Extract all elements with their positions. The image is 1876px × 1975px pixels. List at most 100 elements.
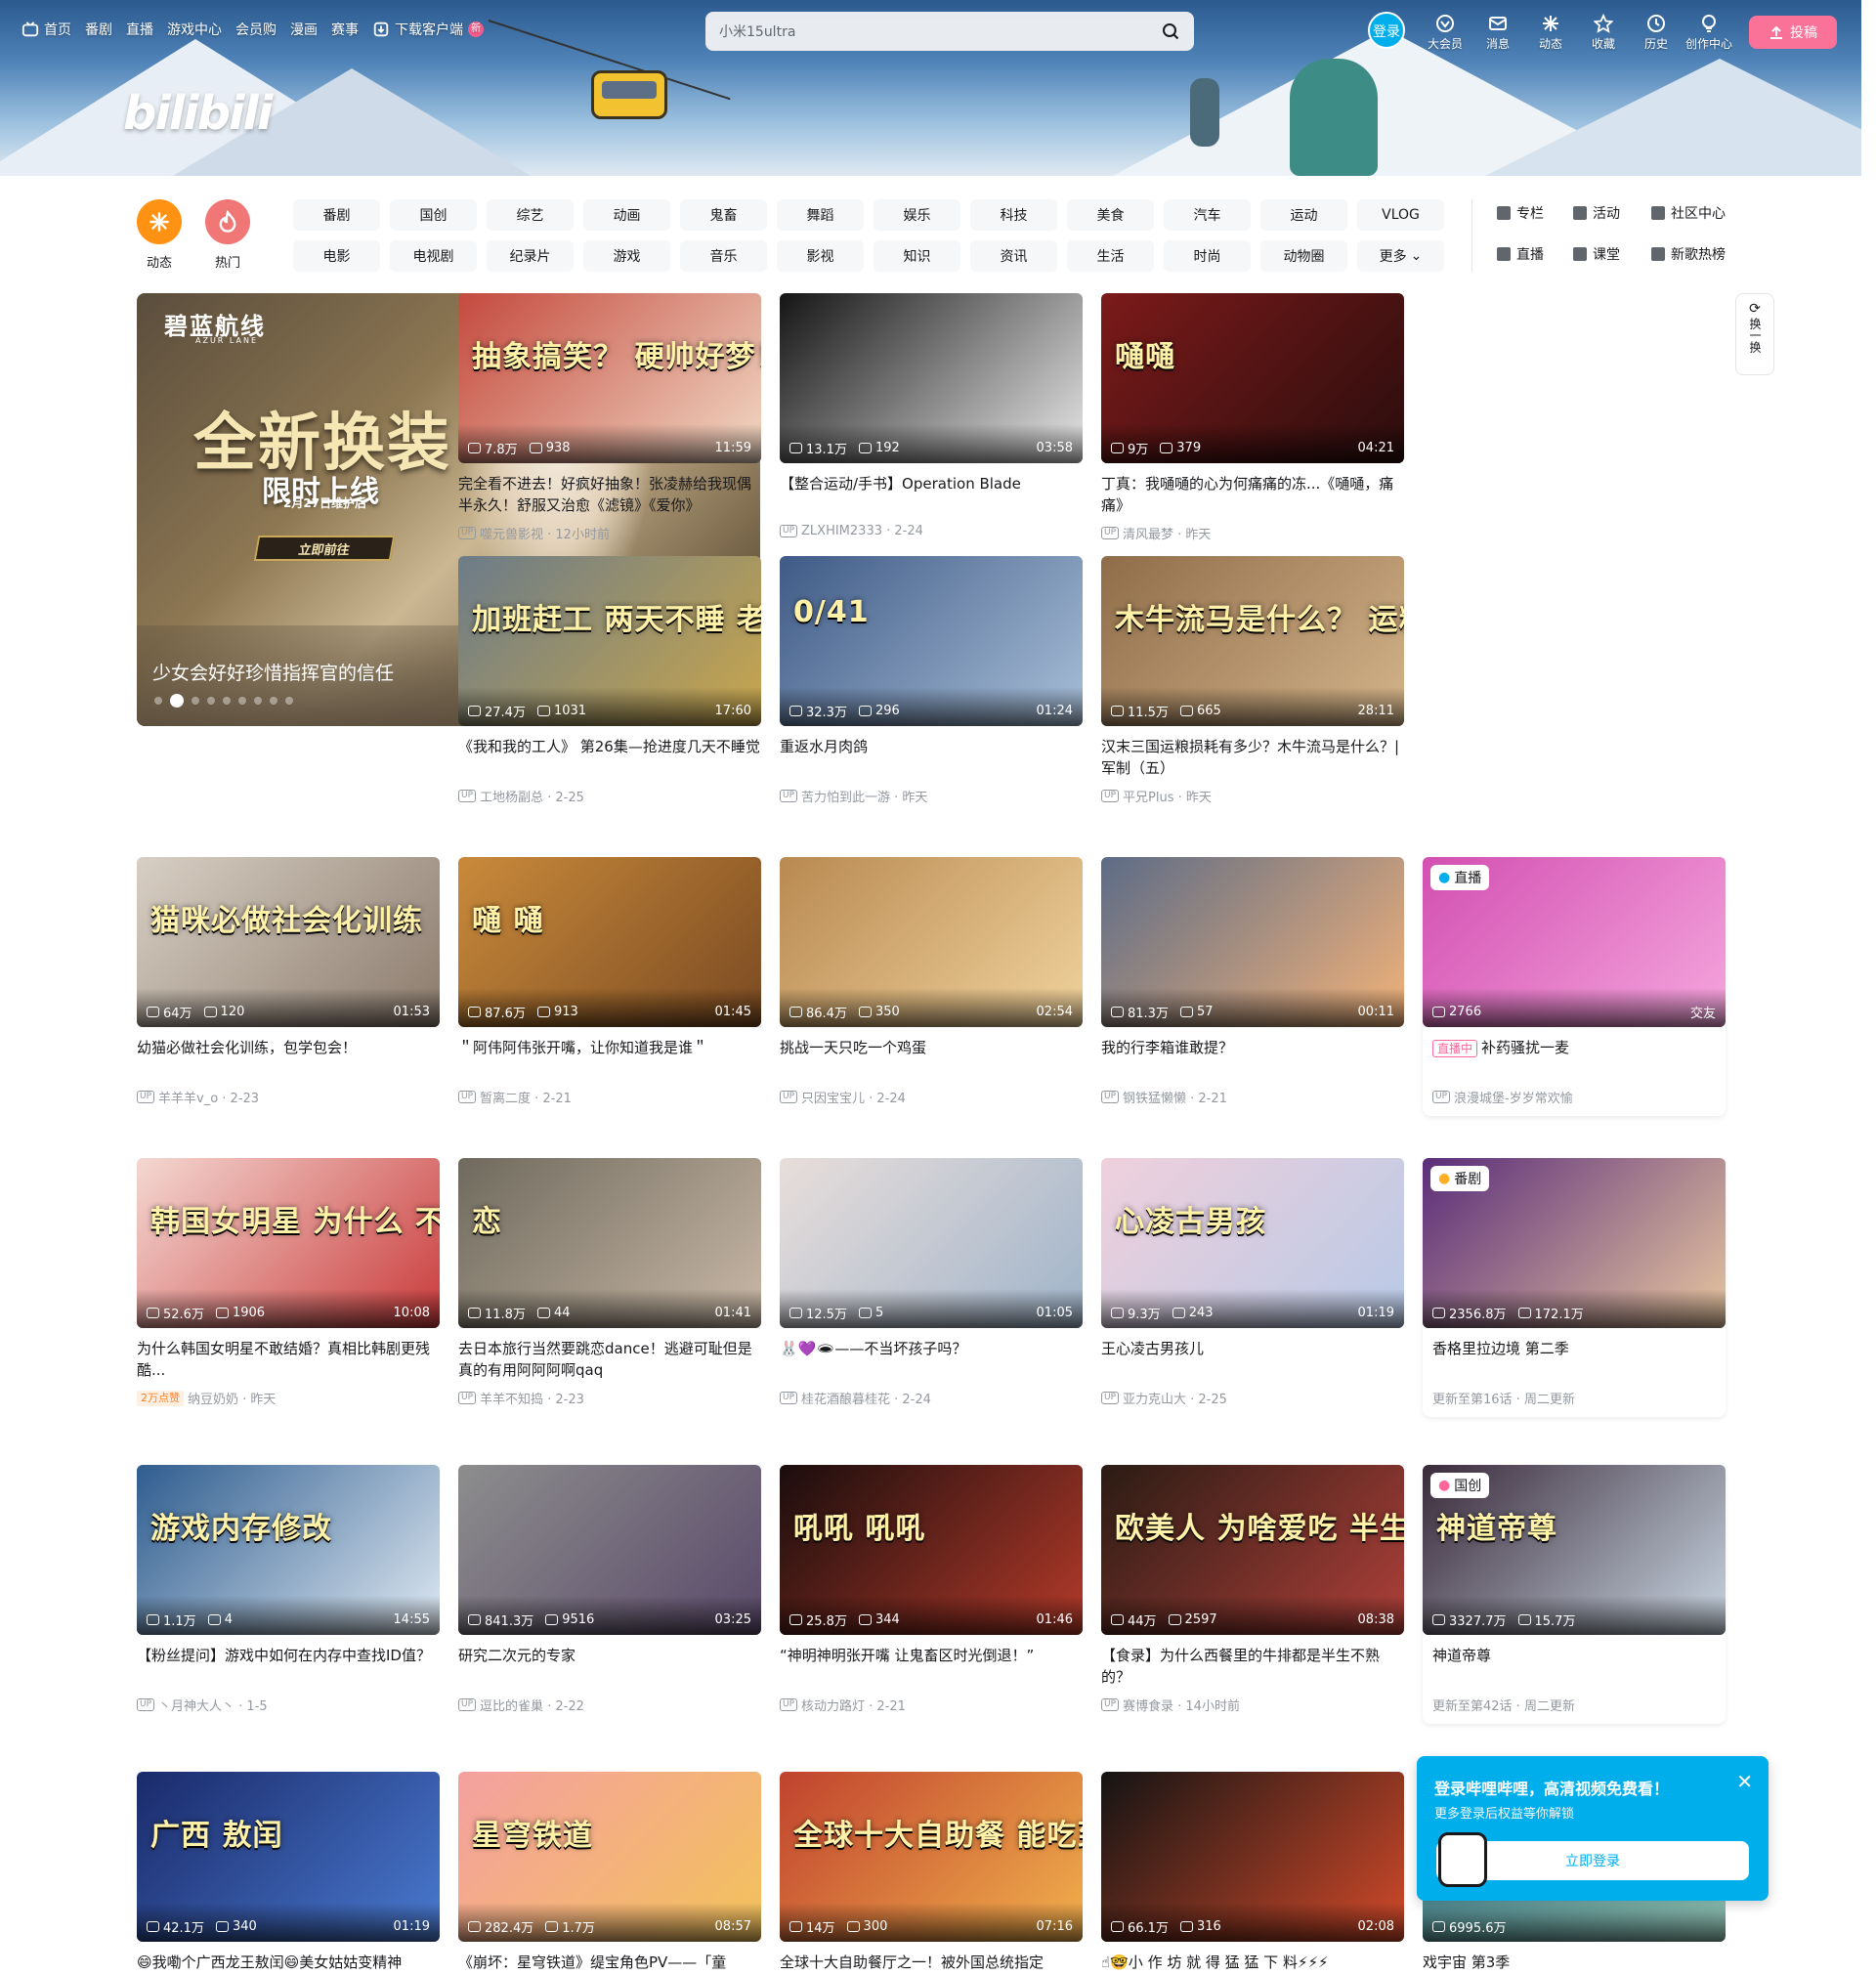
video-meta[interactable]: 2万点赞 纳豆奶奶 · 昨天: [137, 1389, 440, 1407]
channel-pill[interactable]: 科技: [970, 199, 1057, 231]
video-thumbnail[interactable]: 韩国女明星 为什么 不敢结婚？ 52.6万 1906 10:08: [137, 1158, 440, 1328]
video-card[interactable]: 抽象搞笑？ 硬帅好梦！ 7.8万 938 11:59 完全看不进去！好疯好抽象！张凌赫给…: [458, 293, 761, 542]
video-title[interactable]: 幼猫必做社会化训练，包学包会！: [137, 1037, 440, 1080]
video-thumbnail[interactable]: 加班赶工 两天不睡 老魏见人就骂 27.4万 1031 17:60: [458, 556, 761, 726]
video-card[interactable]: 心凌古男孩 9.3万 243 01:19 王心凌古男孩儿 UP 亚力克山大 · 2-25: [1101, 1158, 1404, 1407]
carousel-dot[interactable]: [170, 694, 184, 708]
video-title[interactable]: “神明神明张开嘴 让鬼畜区时光倒退！”: [780, 1645, 1083, 1688]
video-thumbnail[interactable]: 841.3万 9516 03:25: [458, 1465, 761, 1635]
video-card[interactable]: 嗵嗵 9万 379 04:21 丁真：我嗵嗵的心为何痛痛的冻...《嗵嗵，痛痛》 UP 清风…: [1101, 293, 1404, 542]
video-title[interactable]: 《崩坏：星穹铁道》缇宝角色PV——「童: [458, 1952, 761, 1975]
video-card[interactable]: 恋 11.8万 44 01:41 去日本旅行当然要跳恋dance！逃避可耻但是真的有用阿…: [458, 1158, 761, 1407]
video-thumbnail[interactable]: 0/41 32.3万 296 01:24: [780, 556, 1083, 726]
video-thumbnail[interactable]: 木牛流马是什么？ 运粮损耗有多少？ 11.5万 665 28:11: [1101, 556, 1404, 726]
carousel-title[interactable]: 少女会好好珍惜指挥官的信任: [152, 659, 394, 685]
search-box[interactable]: [705, 12, 1194, 51]
channel-pill[interactable]: 舞蹈: [777, 199, 864, 231]
video-meta[interactable]: UP 平兄Plus · 昨天: [1101, 787, 1404, 805]
channel-pill[interactable]: 汽车: [1164, 199, 1251, 231]
video-meta[interactable]: 更新至第42话 · 周二更新: [1432, 1696, 1716, 1714]
video-title[interactable]: 研究二次元的专家: [458, 1645, 761, 1688]
video-card[interactable]: 神道帝尊 ● 国创 3327.7万 15.7万 神道帝尊 更新至第42话 · 周二更新: [1423, 1465, 1726, 1724]
video-card[interactable]: 66.1万 316 02:08 ☝🤓小 作 坊 就 得 猛 猛 下 料⚡⚡⚡: [1101, 1772, 1404, 1975]
video-thumbnail[interactable]: 66.1万 316 02:08: [1101, 1772, 1404, 1942]
video-card[interactable]: 嗵 嗵 87.6万 913 01:45 ＂阿伟阿伟张开嘴，让你知道我是谁＂ UP 暂离二度 …: [458, 857, 761, 1106]
channel-pill[interactable]: 更多 ⌄: [1357, 240, 1444, 272]
video-thumbnail[interactable]: 欧美人 为啥爱吃 半生牛排？ 44万 2597 08:38: [1101, 1465, 1404, 1635]
video-card[interactable]: 全球十大自助餐 能吃到啥？ 14万 300 07:16 全球十大自助餐厅之一！被外国总统…: [780, 1772, 1083, 1975]
video-title[interactable]: 完全看不进去！好疯好抽象！张凌赫给我现偶半永久！舒服又治愈《滤镜》《爱你》: [458, 473, 761, 516]
channel-pill[interactable]: 游戏: [583, 240, 670, 272]
channel-pill[interactable]: 纪录片: [487, 240, 574, 272]
video-meta[interactable]: UP 浪漫城堡-岁岁常欢愉: [1432, 1088, 1716, 1106]
video-meta[interactable]: UP 钢铁猛懒懒 · 2-21: [1101, 1088, 1404, 1106]
video-meta[interactable]: UP 苦力怕到此一游 · 昨天: [780, 787, 1083, 805]
login-avatar-button[interactable]: 登录: [1368, 12, 1405, 49]
video-thumbnail[interactable]: 心凌古男孩 9.3万 243 01:19: [1101, 1158, 1404, 1328]
channel-pill[interactable]: 电视剧: [390, 240, 477, 272]
video-meta[interactable]: UP 羊羊羊v_o · 2-23: [137, 1088, 440, 1106]
video-card[interactable]: ● 番剧 2356.8万 172.1万 香格里拉边境 第二季 更新至第16话 · 周二更新: [1423, 1158, 1726, 1417]
video-thumbnail[interactable]: 全球十大自助餐 能吃到啥？ 14万 300 07:16: [780, 1772, 1083, 1942]
nav-message[interactable]: 消息: [1471, 12, 1524, 52]
video-title[interactable]: 挑战一天只吃一个鸡蛋: [780, 1037, 1083, 1080]
video-title[interactable]: 去日本旅行当然要跳恋dance！逃避可耻但是真的有用阿阿阿啊qaq: [458, 1338, 761, 1381]
nav-creator-center[interactable]: 创作中心: [1683, 12, 1735, 52]
channel-pill[interactable]: 电影: [293, 240, 380, 272]
nav-live[interactable]: 直播: [126, 20, 153, 39]
video-title[interactable]: ＂阿伟阿伟张开嘴，让你知道我是谁＂: [458, 1037, 761, 1080]
channel-pill[interactable]: 番剧: [293, 199, 380, 231]
video-card[interactable]: 加班赶工 两天不睡 老魏见人就骂 27.4万 1031 17:60 《我和我的工人》 第…: [458, 556, 761, 805]
video-card[interactable]: 游戏内存修改 1.1万 4 14:55 【粉丝提问】游戏中如何在内存中查找ID值？ UP 丶…: [137, 1465, 440, 1714]
nav-game-center[interactable]: 游戏中心: [167, 20, 222, 39]
video-title[interactable]: ☝🤓小 作 坊 就 得 猛 猛 下 料⚡⚡⚡: [1101, 1952, 1404, 1975]
video-title[interactable]: 全球十大自助餐厅之一！被外国总统指定: [780, 1952, 1083, 1975]
video-card[interactable]: 841.3万 9516 03:25 研究二次元的专家 UP 逗比的雀巢 · 2-22: [458, 1465, 761, 1714]
video-title[interactable]: 【粉丝提问】游戏中如何在内存中查找ID值？: [137, 1645, 440, 1688]
video-title[interactable]: 汉末三国运粮损耗有多少？木牛流马是什么？| 军制（五）: [1101, 736, 1404, 779]
channel-pill[interactable]: 娱乐: [874, 199, 960, 231]
channel-pill[interactable]: 综艺: [487, 199, 574, 231]
video-thumbnail[interactable]: 抽象搞笑？ 硬帅好梦！ 7.8万 938 11:59: [458, 293, 761, 463]
channel-pill[interactable]: 动物圈: [1260, 240, 1347, 272]
channel-link[interactable]: 社区中心: [1651, 203, 1739, 223]
carousel-dot[interactable]: [270, 697, 277, 705]
video-meta[interactable]: UP 只因宝宝儿 · 2-24: [780, 1088, 1083, 1106]
search-input[interactable]: [719, 23, 1161, 39]
channel-pill[interactable]: 运动: [1260, 199, 1347, 231]
video-meta[interactable]: UP 清风最梦 · 昨天: [1101, 524, 1404, 542]
search-icon[interactable]: [1161, 21, 1180, 41]
video-thumbnail[interactable]: 嗵 嗵 87.6万 913 01:45: [458, 857, 761, 1027]
channel-pill[interactable]: 国创: [390, 199, 477, 231]
video-meta[interactable]: UP ZLXHIM2333 · 2-24: [780, 524, 1083, 538]
video-title[interactable]: 《我和我的工人》 第26集—抢进度几天不睡觉: [458, 736, 761, 779]
video-thumbnail[interactable]: 81.3万 57 00:11: [1101, 857, 1404, 1027]
video-title[interactable]: 【整合运动/手书】Operation Blade: [780, 473, 1083, 516]
video-card[interactable]: 欧美人 为啥爱吃 半生牛排？ 44万 2597 08:38 【食录】为什么西餐里的牛排都…: [1101, 1465, 1404, 1714]
carousel-dot[interactable]: [238, 697, 246, 705]
video-thumbnail[interactable]: 广西 敖闰 42.1万 340 01:19: [137, 1772, 440, 1942]
carousel-dot[interactable]: [192, 697, 199, 705]
video-thumbnail[interactable]: 12.5万 5 01:05: [780, 1158, 1083, 1328]
nav-bangumi[interactable]: 番剧: [85, 20, 112, 39]
channel-hot[interactable]: 热门: [205, 199, 250, 271]
video-meta[interactable]: UP 核动力路灯 · 2-21: [780, 1696, 1083, 1714]
channel-pill[interactable]: 生活: [1067, 240, 1154, 272]
channel-pill[interactable]: 鬼畜: [680, 199, 767, 231]
video-title[interactable]: 香格里拉边境 第二季: [1432, 1338, 1716, 1381]
nav-manga[interactable]: 漫画: [290, 20, 318, 39]
video-title[interactable]: 丁真：我嗵嗵的心为何痛痛的冻...《嗵嗵，痛痛》: [1101, 473, 1404, 516]
video-meta[interactable]: UP 暂离二度 · 2-21: [458, 1088, 761, 1106]
channel-pill[interactable]: VLOG: [1357, 199, 1444, 231]
video-thumbnail[interactable]: 游戏内存修改 1.1万 4 14:55: [137, 1465, 440, 1635]
video-title[interactable]: 重返水月肉鸽: [780, 736, 1083, 779]
video-title[interactable]: 戏宇宙 第3季: [1423, 1952, 1726, 1975]
video-card[interactable]: 广西 敖闰 42.1万 340 01:19 😄我嘞个广西龙王敖闰😄美女姑姑变精神: [137, 1772, 440, 1975]
video-card[interactable]: 吼吼 吼吼 25.8万 344 01:46 “神明神明张开嘴 让鬼畜区时光倒退！” UP 核…: [780, 1465, 1083, 1714]
carousel-dot[interactable]: [223, 697, 231, 705]
video-card[interactable]: 木牛流马是什么？ 运粮损耗有多少？ 11.5万 665 28:11 汉末三国运粮损耗有多…: [1101, 556, 1404, 805]
video-thumbnail[interactable]: 星穹铁道 282.4万 1.7万 08:57: [458, 1772, 761, 1942]
video-meta[interactable]: 更新至第16话 · 周二更新: [1432, 1389, 1716, 1407]
video-meta[interactable]: UP 丶月神大人丶 · 1-5: [137, 1696, 440, 1714]
video-title[interactable]: 王心凌古男孩儿: [1101, 1338, 1404, 1381]
